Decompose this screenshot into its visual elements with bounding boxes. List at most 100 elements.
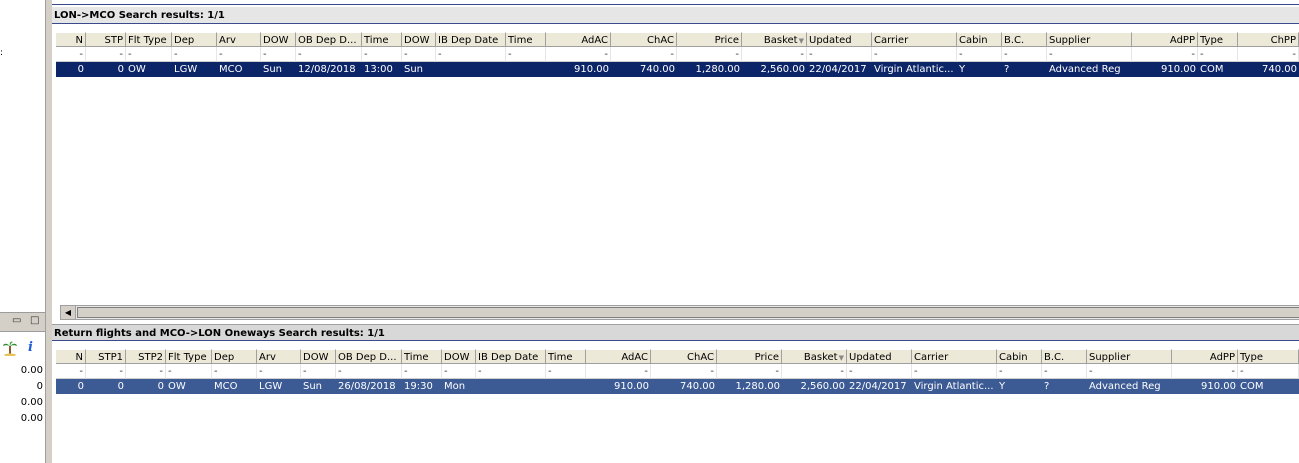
column-header-supplier[interactable]: Supplier xyxy=(1087,349,1172,364)
filter-cell[interactable]: - xyxy=(1002,47,1047,62)
column-header-dep[interactable]: Dep xyxy=(172,32,217,47)
column-header-ob-dep-date[interactable]: OB Dep D... xyxy=(336,349,402,364)
filter-cell[interactable]: - xyxy=(172,47,217,62)
column-header-bc[interactable]: B.C. xyxy=(1042,349,1087,364)
filter-cell[interactable]: - xyxy=(807,47,872,62)
column-header-dow[interactable]: DOW xyxy=(301,349,336,364)
column-header-chac[interactable]: ChAC xyxy=(651,349,717,364)
column-header-chac[interactable]: ChAC xyxy=(611,32,677,47)
restore-icon[interactable]: □ xyxy=(30,315,39,326)
filter-cell[interactable]: - xyxy=(402,47,436,62)
filter-cell[interactable]: - xyxy=(1087,364,1172,379)
column-header-ob-dep-date[interactable]: OB Dep D... xyxy=(296,32,362,47)
filter-cell[interactable]: - xyxy=(301,364,336,379)
column-header-ib-time[interactable]: Time xyxy=(546,349,586,364)
column-header-n[interactable]: N xyxy=(56,349,86,364)
column-header-basket[interactable]: Basket▼ xyxy=(742,32,807,47)
filter-cell[interactable]: - xyxy=(56,364,86,379)
column-header-flt-type[interactable]: Flt Type xyxy=(166,349,212,364)
filter-cell[interactable]: - xyxy=(957,47,1002,62)
column-header-carrier[interactable]: Carrier xyxy=(872,32,957,47)
filter-cell[interactable]: - xyxy=(872,47,957,62)
filter-cell[interactable]: - xyxy=(717,364,782,379)
filter-cell[interactable]: - xyxy=(611,47,677,62)
table-row[interactable]: 0 0 0 OW MCO LGW Sun 26/08/2018 19:30 Mo… xyxy=(56,379,1299,394)
column-header-stp1[interactable]: STP1 xyxy=(86,349,126,364)
minimize-icon[interactable]: ▭ xyxy=(12,315,21,326)
filter-cell[interactable]: - xyxy=(442,364,476,379)
filter-cell[interactable]: - xyxy=(997,364,1042,379)
filter-cell[interactable]: - xyxy=(402,364,442,379)
column-header-time[interactable]: Time xyxy=(402,349,442,364)
filter-cell[interactable]: - xyxy=(166,364,212,379)
column-header-ib-time[interactable]: Time xyxy=(506,32,546,47)
filter-cell[interactable]: - xyxy=(1198,47,1238,62)
filter-cell[interactable]: - xyxy=(1047,47,1132,62)
column-header-basket[interactable]: Basket▼ xyxy=(782,349,847,364)
column-header-dep[interactable]: Dep xyxy=(212,349,257,364)
filter-cell[interactable]: - xyxy=(742,47,807,62)
palm-tree-icon[interactable] xyxy=(2,340,18,356)
scrollbar-thumb[interactable] xyxy=(77,307,1299,318)
filter-cell[interactable]: - xyxy=(1172,364,1238,379)
column-header-updated[interactable]: Updated xyxy=(807,32,872,47)
column-header-cabin[interactable]: Cabin xyxy=(997,349,1042,364)
filter-cell[interactable]: - xyxy=(261,47,296,62)
column-header-supplier[interactable]: Supplier xyxy=(1047,32,1132,47)
filter-cell[interactable]: - xyxy=(546,364,586,379)
horizontal-scrollbar[interactable]: ◀ xyxy=(60,305,1299,320)
filter-cell[interactable]: - xyxy=(847,364,912,379)
filter-cell[interactable]: - xyxy=(1238,364,1299,379)
filter-cell[interactable]: - xyxy=(296,47,362,62)
filter-cell[interactable]: - xyxy=(651,364,717,379)
column-header-dow[interactable]: DOW xyxy=(261,32,296,47)
filter-cell[interactable]: - xyxy=(912,364,997,379)
column-header-flt-type[interactable]: Flt Type xyxy=(126,32,172,47)
column-header-price[interactable]: Price xyxy=(677,32,742,47)
column-header-adpp[interactable]: AdPP xyxy=(1132,32,1198,47)
filter-cell[interactable]: - xyxy=(212,364,257,379)
filter-cell[interactable]: - xyxy=(1042,364,1087,379)
column-header-price[interactable]: Price xyxy=(717,349,782,364)
filter-cell[interactable]: - xyxy=(86,47,126,62)
filter-cell[interactable]: - xyxy=(257,364,301,379)
column-header-dow-ib[interactable]: DOW xyxy=(402,32,436,47)
column-header-stp[interactable]: STP xyxy=(86,32,126,47)
filter-cell[interactable]: - xyxy=(217,47,261,62)
table-row[interactable]: 0 0 OW LGW MCO Sun 12/08/2018 13:00 Sun … xyxy=(56,62,1299,77)
column-header-arv[interactable]: Arv xyxy=(217,32,261,47)
column-header-n[interactable]: N xyxy=(56,32,86,47)
filter-cell[interactable]: - xyxy=(1132,47,1198,62)
column-header-updated[interactable]: Updated xyxy=(847,349,912,364)
column-header-ib-dep-date[interactable]: IB Dep Date xyxy=(476,349,546,364)
column-header-arv[interactable]: Arv xyxy=(257,349,301,364)
column-header-ib-dep-date[interactable]: IB Dep Date xyxy=(436,32,506,47)
filter-cell[interactable]: - xyxy=(336,364,402,379)
filter-cell[interactable]: - xyxy=(782,364,847,379)
filter-cell[interactable]: - xyxy=(56,47,86,62)
column-header-adac[interactable]: AdAC xyxy=(546,32,611,47)
column-header-cabin[interactable]: Cabin xyxy=(957,32,1002,47)
column-header-adpp[interactable]: AdPP xyxy=(1172,349,1238,364)
filter-cell[interactable]: - xyxy=(1238,47,1299,62)
column-header-dow-ib[interactable]: DOW xyxy=(442,349,476,364)
filter-cell[interactable]: - xyxy=(677,47,742,62)
filter-cell[interactable]: - xyxy=(506,47,546,62)
column-header-time[interactable]: Time xyxy=(362,32,402,47)
column-header-adac[interactable]: AdAC xyxy=(586,349,651,364)
column-header-type[interactable]: Type xyxy=(1198,32,1238,47)
column-header-chpp[interactable]: ChPP xyxy=(1238,32,1299,47)
filter-cell[interactable]: - xyxy=(126,47,172,62)
scroll-left-icon[interactable]: ◀ xyxy=(61,306,76,319)
filter-cell[interactable]: - xyxy=(126,364,166,379)
filter-cell[interactable]: - xyxy=(86,364,126,379)
column-header-stp2[interactable]: STP2 xyxy=(126,349,166,364)
filter-cell[interactable]: - xyxy=(362,47,402,62)
filter-cell[interactable]: - xyxy=(476,364,546,379)
info-icon[interactable]: i xyxy=(28,340,33,355)
filter-cell[interactable]: - xyxy=(586,364,651,379)
column-header-type[interactable]: Type xyxy=(1238,349,1299,364)
filter-cell[interactable]: - xyxy=(436,47,506,62)
column-header-bc[interactable]: B.C. xyxy=(1002,32,1047,47)
column-header-carrier[interactable]: Carrier xyxy=(912,349,997,364)
